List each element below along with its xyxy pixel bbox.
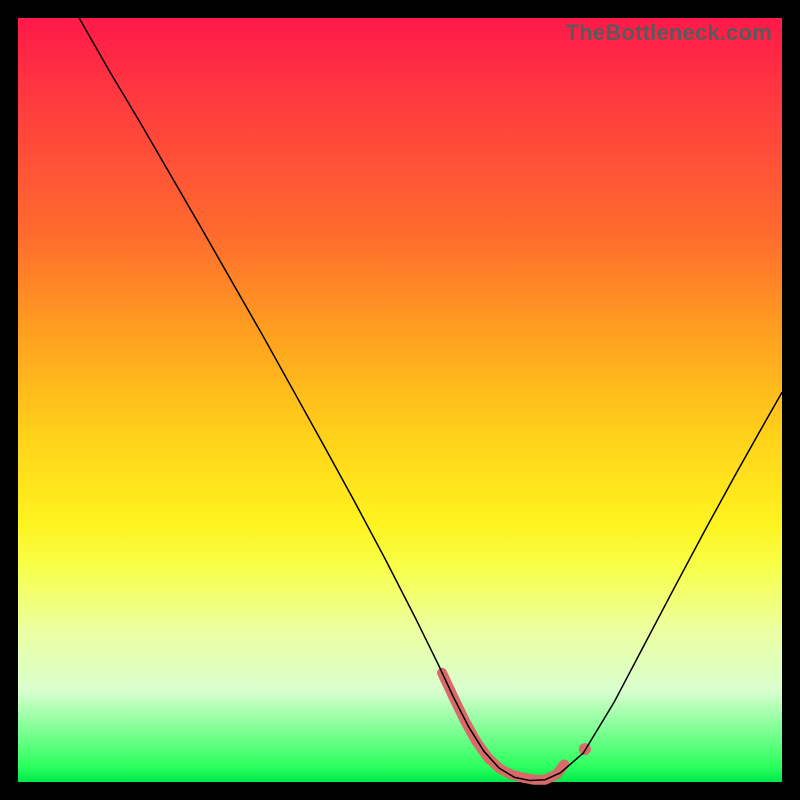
plot-area: TheBottleneck.com (18, 18, 782, 782)
highlight-path (442, 673, 564, 780)
chart-stage: TheBottleneck.com (0, 0, 800, 800)
curve-layer (18, 18, 782, 782)
main-curve (79, 18, 782, 780)
